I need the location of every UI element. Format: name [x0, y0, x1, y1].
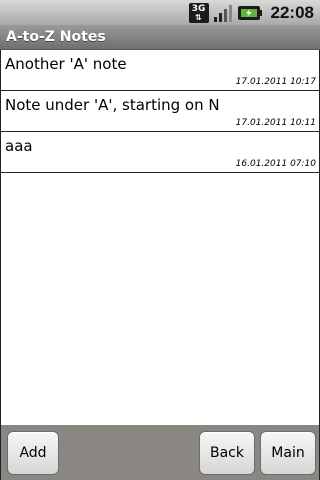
note-date: 17.01.2011 10:11: [235, 118, 316, 128]
signal-strength-icon: [213, 3, 233, 23]
note-list[interactable]: Another 'A' note 17.01.2011 10:17 Note u…: [0, 50, 320, 425]
note-title: Note under 'A', starting on N: [5, 96, 220, 114]
add-button[interactable]: Add: [7, 431, 59, 475]
status-clock: 22:08: [270, 2, 314, 22]
3g-data-icon: 3G ⇅: [188, 2, 209, 23]
note-date: 16.01.2011 07:10: [235, 159, 316, 169]
app-title: A-to-Z Notes: [6, 29, 106, 45]
title-bar: A-to-Z Notes: [0, 25, 320, 50]
network-label: 3G: [191, 3, 206, 14]
note-title: aaa: [5, 137, 33, 155]
back-button[interactable]: Back: [199, 431, 255, 475]
note-list-item[interactable]: Note under 'A', starting on N 17.01.2011…: [1, 91, 319, 132]
note-list-item[interactable]: aaa 16.01.2011 07:10: [1, 132, 319, 173]
bottom-button-bar: Add Back Main: [0, 425, 320, 480]
status-bar: 3G ⇅ 22:08: [0, 0, 320, 25]
battery-charging-icon: [237, 3, 263, 23]
note-list-item[interactable]: Another 'A' note 17.01.2011 10:17: [1, 50, 319, 91]
app-screen: 3G ⇅ 22:08 A-to-Z Notes Another 'A' note…: [0, 0, 320, 480]
main-button[interactable]: Main: [260, 431, 316, 475]
note-date: 17.01.2011 10:17: [235, 77, 316, 87]
note-title: Another 'A' note: [5, 55, 127, 73]
